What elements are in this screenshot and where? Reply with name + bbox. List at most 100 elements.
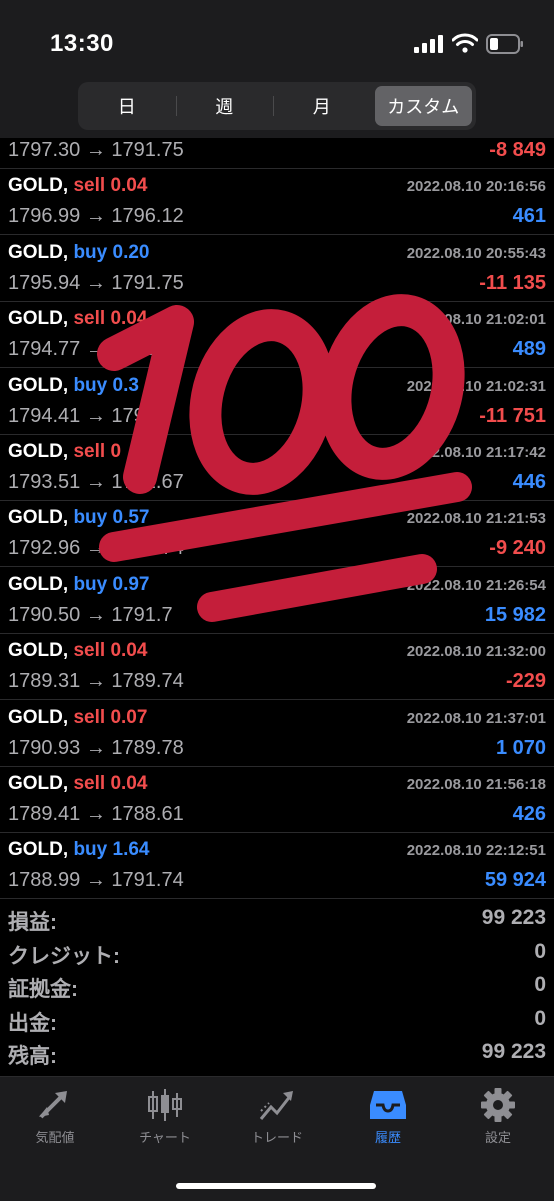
trade-volume: 0.57 <box>112 507 150 529</box>
trade-type: sell <box>73 441 106 462</box>
trade-row[interactable]: GOLD, buy 0.3 2022.08.10 21:02:31 1794.41 … <box>0 369 554 435</box>
trade-symbol: GOLD, <box>8 241 69 263</box>
trade-type: sell <box>73 308 106 330</box>
trade-symbol: GOLD, <box>8 706 69 728</box>
trade-title: GOLD, buy 0.20 <box>8 242 150 264</box>
trade-price-range: 1794.77 → 1793.85 <box>8 338 184 361</box>
trade-row[interactable]: 1797.30 → 1791.75 -8 849 <box>0 138 554 169</box>
trade-symbol: GOLD, <box>8 308 69 330</box>
trade-volume-wrap: 0 <box>105 441 121 462</box>
trade-volume-wrap: 0.57 <box>107 507 150 529</box>
wifi-icon <box>452 33 478 53</box>
trade-row[interactable]: GOLD, sell 0.04 2022.08.10 21:32:00 1789.3… <box>0 634 554 701</box>
period-segmented-control: 日週月カスタム <box>78 82 476 130</box>
trade-datetime: 2022.08.10 21:21:53 <box>406 510 546 528</box>
segment-tab[interactable]: 月 <box>273 86 371 126</box>
trade-volume: 0.20 <box>112 241 150 263</box>
trade-row[interactable]: GOLD, sell 0 2022.08.10 21:17:42 1793.51 →… <box>0 435 554 501</box>
trade-volume: 0.07 <box>110 706 148 728</box>
trade-price-range: 1790.93 → 1789.78 <box>8 736 184 759</box>
trade-symbol: GOLD, <box>8 839 69 861</box>
trade-volume-wrap: 0.20 <box>107 241 150 263</box>
trade-volume-wrap: 0.04 <box>105 175 147 196</box>
trade-type: sell <box>73 773 106 794</box>
trade-type: buy <box>73 374 108 396</box>
trade-title: GOLD, sell 0.04 <box>8 308 147 330</box>
trade-row[interactable]: GOLD, sell 0.04 2022.08.10 21:02:01 1794.7… <box>0 302 554 369</box>
trade-volume: 1.64 <box>112 839 150 861</box>
segment-tab[interactable]: 日 <box>78 86 176 126</box>
trade-profit: -11 135 <box>479 271 546 294</box>
trade-volume-wrap: 0.04 <box>105 308 147 329</box>
trade-symbol: GOLD, <box>8 773 69 794</box>
trade-price-range: 1796.99 → 1796.12 <box>8 205 184 228</box>
trade-line-icon <box>222 1087 332 1123</box>
trade-profit: -9 240 <box>489 537 546 560</box>
trade-datetime: 2022.08.10 22:12:51 <box>406 842 546 860</box>
trade-volume: 0.3 <box>112 374 139 396</box>
trade-type: sell <box>73 175 106 197</box>
trade-volume: 0.04 <box>110 773 148 794</box>
trade-volume: 0.04 <box>110 175 148 197</box>
home-indicator[interactable] <box>176 1183 376 1189</box>
trade-title: GOLD, buy 0.57 <box>8 507 150 529</box>
tab-quotes-arrows[interactable]: 気配値 <box>0 1087 110 1157</box>
tab-candlestick-chart[interactable]: チャート <box>110 1087 220 1157</box>
segment-tab[interactable]: 週 <box>175 86 274 126</box>
battery-icon <box>486 34 523 54</box>
trade-type: buy <box>73 839 108 861</box>
trade-row[interactable]: GOLD, sell 0.07 2022.08.10 21:37:01 1790.9… <box>0 701 554 767</box>
tab-history-inbox[interactable]: 履歴 <box>333 1087 443 1157</box>
summary-row: 証拠金: 0 <box>0 971 554 1004</box>
trade-row[interactable]: GOLD, buy 0.20 2022.08.10 20:55:43 1795.94… <box>0 236 554 302</box>
trade-price-range: 1789.41 → 1788.61 <box>8 803 184 825</box>
trade-row[interactable]: GOLD, buy 1.64 2022.08.10 22:12:51 1788.99… <box>0 833 554 900</box>
trade-profit: 446 <box>512 471 546 493</box>
trade-title: GOLD, sell 0.04 <box>8 773 147 795</box>
trade-datetime: 2022.08.10 21:37:01 <box>406 709 546 727</box>
summary-value: 0 <box>534 939 546 963</box>
tab-label: 設定 <box>484 1130 511 1145</box>
trade-volume: 0.04 <box>110 308 148 330</box>
trade-profit: 426 <box>512 803 546 825</box>
trade-price-range: 1790.50 → 1791.7 <box>8 603 173 626</box>
tab-gear[interactable]: 設定 <box>443 1087 553 1157</box>
trade-row[interactable]: GOLD, sell 0.04 2022.08.10 20:16:56 1796.9… <box>0 169 554 236</box>
tab-label: 履歴 <box>374 1130 401 1145</box>
trade-symbol: GOLD, <box>8 441 69 462</box>
trade-volume-wrap: 0.3 <box>107 375 139 396</box>
trade-title: GOLD, sell 0.07 <box>8 707 147 729</box>
trade-symbol: GOLD, <box>8 374 69 396</box>
summary-label: 証拠金: <box>8 978 78 1001</box>
history-list[interactable]: 1797.30 → 1791.75 -8 849 GOLD, sell 0.04 20… <box>0 138 554 900</box>
cellular-signal-icon <box>414 35 443 53</box>
candlestick-chart-icon <box>110 1087 220 1123</box>
trade-row[interactable]: GOLD, sell 0.04 2022.08.10 21:56:18 1789.4… <box>0 767 554 833</box>
trade-price-range: 1794.41 → 1791. <box>8 404 162 427</box>
summary-value: 99 223 <box>481 906 546 929</box>
tab-trade-line[interactable]: トレード <box>222 1087 332 1157</box>
history-inbox-icon <box>333 1087 443 1123</box>
quotes-arrows-icon <box>0 1087 110 1123</box>
trade-profit: 59 924 <box>484 869 546 892</box>
trade-symbol: GOLD, <box>8 573 69 595</box>
trade-volume-wrap: 1.64 <box>107 839 150 861</box>
trade-volume: 0 <box>110 441 122 462</box>
status-bar: 13:30 <box>0 0 554 78</box>
trade-type: sell <box>73 640 106 662</box>
trade-row[interactable]: GOLD, buy 0.97 2022.08.10 21:26:54 1790.50… <box>0 568 554 634</box>
trade-datetime: 2022.08.10 21:32:00 <box>406 643 546 661</box>
trade-volume-wrap: 0.97 <box>107 574 150 595</box>
summary-label: クレジット: <box>8 944 120 968</box>
trade-symbol: GOLD, <box>8 175 69 197</box>
trade-row[interactable]: GOLD, buy 0.57 2022.08.10 21:21:53 1792.96… <box>0 501 554 568</box>
trade-title: GOLD, buy 1.64 <box>8 839 150 861</box>
segment-tab[interactable]: カスタム <box>374 86 472 126</box>
trade-profit: -8 849 <box>489 139 546 161</box>
summary-row: クレジット: 0 <box>0 938 554 971</box>
trade-price-range: 1795.94 → 1791.75 <box>8 271 184 294</box>
trade-datetime: 2022.08.10 20:55:43 <box>406 244 546 262</box>
gear-icon <box>443 1087 553 1123</box>
trade-volume-wrap: 0.04 <box>105 640 147 661</box>
trade-title: GOLD, sell 0.04 <box>8 640 147 662</box>
